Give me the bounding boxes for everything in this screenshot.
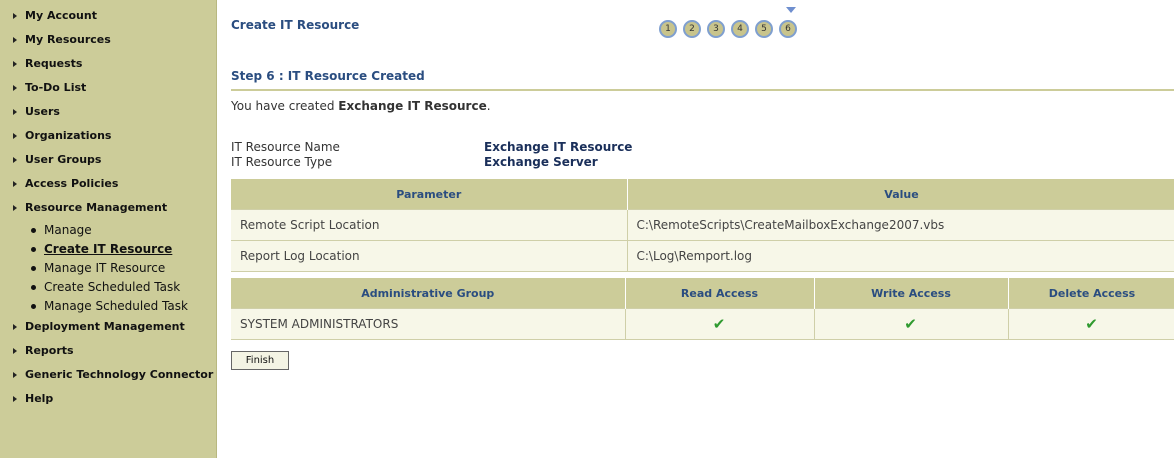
column-header-value: Value	[627, 179, 1174, 210]
section-title: Step 6 : IT Resource Created	[231, 69, 425, 83]
it-resource-type-value: Exchange Server	[484, 155, 598, 169]
message-resource-name: Exchange IT Resource	[338, 99, 487, 113]
step-6: 6	[779, 20, 797, 38]
access-table: Administrative Group Read Access Write A…	[231, 278, 1174, 340]
sidebar-item-label: Reports	[25, 344, 74, 357]
page-title: Create IT Resource	[231, 18, 360, 32]
sidebar-item-my-account[interactable]: My Account	[13, 9, 97, 22]
triangle-right-icon	[13, 157, 17, 163]
table-header-row: Parameter Value	[231, 179, 1174, 210]
parameter-name-cell: Remote Script Location	[231, 209, 628, 241]
column-header-read-access: Read Access	[625, 278, 815, 309]
sidebar-subitem-create-it-resource[interactable]: Create IT Resource	[31, 242, 172, 256]
sidebar-subitem-manage-scheduled-task[interactable]: Manage Scheduled Task	[31, 299, 188, 313]
triangle-right-icon	[13, 372, 17, 378]
parameter-name-cell: Report Log Location	[231, 240, 628, 272]
bullet-icon	[31, 266, 36, 271]
sidebar-item-access-policies[interactable]: Access Policies	[13, 177, 118, 190]
delete-access-cell: ✔	[1008, 308, 1174, 340]
sidebar-item-label: Requests	[25, 57, 83, 70]
sidebar-item-label: Users	[25, 105, 60, 118]
triangle-right-icon	[13, 37, 17, 43]
sidebar-item-label: To-Do List	[25, 81, 87, 94]
current-step-pointer-icon	[786, 7, 796, 13]
sidebar-item-label: Help	[25, 392, 54, 405]
table-header-row: Administrative Group Read Access Write A…	[231, 278, 1174, 309]
step-5: 5	[755, 20, 773, 38]
it-resource-name-value: Exchange IT Resource	[484, 140, 633, 154]
sidebar-item-label: User Groups	[25, 153, 102, 166]
finish-button[interactable]: Finish	[231, 351, 289, 370]
triangle-right-icon	[13, 396, 17, 402]
confirmation-message: You have created Exchange IT Resource.	[231, 99, 491, 113]
step-2: 2	[683, 20, 701, 38]
sidebar-subitem-label: Manage IT Resource	[44, 261, 166, 275]
triangle-right-icon	[13, 205, 17, 211]
table-row: SYSTEM ADMINISTRATORS ✔ ✔ ✔	[231, 308, 1174, 340]
it-resource-type-label: IT Resource Type	[231, 155, 333, 169]
triangle-right-icon	[13, 61, 17, 67]
bullet-icon	[31, 247, 36, 252]
sidebar-item-to-do-list[interactable]: To-Do List	[13, 81, 86, 94]
sidebar-subitem-create-scheduled-task[interactable]: Create Scheduled Task	[31, 280, 180, 294]
sidebar-item-label: Deployment Management	[25, 320, 185, 333]
triangle-right-icon	[13, 13, 17, 19]
sidebar-item-deployment-management[interactable]: Deployment Management	[13, 320, 185, 333]
sidebar-item-my-resources[interactable]: My Resources	[13, 33, 111, 46]
sidebar-subitem-label: Create Scheduled Task	[44, 280, 181, 294]
bullet-icon	[31, 285, 36, 290]
write-access-cell: ✔	[814, 308, 1009, 340]
it-resource-name-label: IT Resource Name	[231, 140, 340, 154]
sidebar-item-organizations[interactable]: Organizations	[13, 129, 111, 142]
column-header-write-access: Write Access	[814, 278, 1009, 309]
sidebar-item-requests[interactable]: Requests	[13, 57, 82, 70]
triangle-right-icon	[13, 324, 17, 330]
sidebar-item-label: My Resources	[25, 33, 111, 46]
section-divider	[231, 89, 1174, 91]
sidebar-subitem-label: Manage	[44, 223, 92, 237]
parameter-value-cell: C:\RemoteScripts\CreateMailboxExchange20…	[627, 209, 1174, 241]
sidebar-item-users[interactable]: Users	[13, 105, 60, 118]
sidebar-item-resource-management[interactable]: Resource Management	[13, 201, 167, 214]
sidebar-item-label: Access Policies	[25, 177, 119, 190]
step-4: 4	[731, 20, 749, 38]
triangle-right-icon	[13, 85, 17, 91]
sidebar-item-label: Organizations	[25, 129, 112, 142]
sidebar-item-label: My Account	[25, 9, 97, 22]
bullet-icon	[31, 228, 36, 233]
sidebar-subitem-label: Manage Scheduled Task	[44, 299, 188, 313]
read-access-cell: ✔	[625, 308, 815, 340]
checkmark-icon: ✔	[712, 315, 726, 333]
parameter-value-cell: C:\Log\Remport.log	[627, 240, 1174, 272]
column-header-delete-access: Delete Access	[1008, 278, 1174, 309]
column-header-parameter: Parameter	[231, 179, 628, 210]
sidebar-subitem-manage-it-resource[interactable]: Manage IT Resource	[31, 261, 165, 275]
bullet-icon	[31, 304, 36, 309]
sidebar-subitem-manage[interactable]: Manage	[31, 223, 92, 237]
step-1: 1	[659, 20, 677, 38]
triangle-right-icon	[13, 109, 17, 115]
sidebar-item-help[interactable]: Help	[13, 392, 53, 405]
message-suffix: .	[486, 99, 491, 113]
sidebar-item-label: Generic Technology Connector	[25, 368, 214, 381]
checkmark-icon: ✔	[1085, 315, 1098, 333]
sidebar-nav: My Account My Resources Requests To-Do L…	[0, 0, 217, 458]
sidebar-item-generic-technology-connector[interactable]: Generic Technology Connector	[13, 368, 213, 381]
triangle-right-icon	[13, 133, 17, 139]
message-prefix: You have created	[231, 99, 339, 113]
checkmark-icon: ✔	[904, 315, 917, 333]
column-header-administrative-group: Administrative Group	[231, 278, 626, 309]
triangle-right-icon	[13, 181, 17, 187]
step-3: 3	[707, 20, 725, 38]
sidebar-item-label: Resource Management	[25, 201, 168, 214]
parameters-table: Parameter Value Remote Script Location C…	[231, 179, 1174, 272]
main-content: Create IT Resource 1 2 3 4 5 6 Step 6 : …	[231, 0, 1174, 458]
table-row: Remote Script Location C:\RemoteScripts\…	[231, 209, 1174, 241]
group-name-cell: SYSTEM ADMINISTRATORS	[231, 308, 626, 340]
sidebar-item-reports[interactable]: Reports	[13, 344, 74, 357]
sidebar-subitem-label: Create IT Resource	[44, 242, 173, 256]
table-row: Report Log Location C:\Log\Remport.log	[231, 240, 1174, 272]
sidebar-item-user-groups[interactable]: User Groups	[13, 153, 101, 166]
triangle-right-icon	[13, 348, 17, 354]
